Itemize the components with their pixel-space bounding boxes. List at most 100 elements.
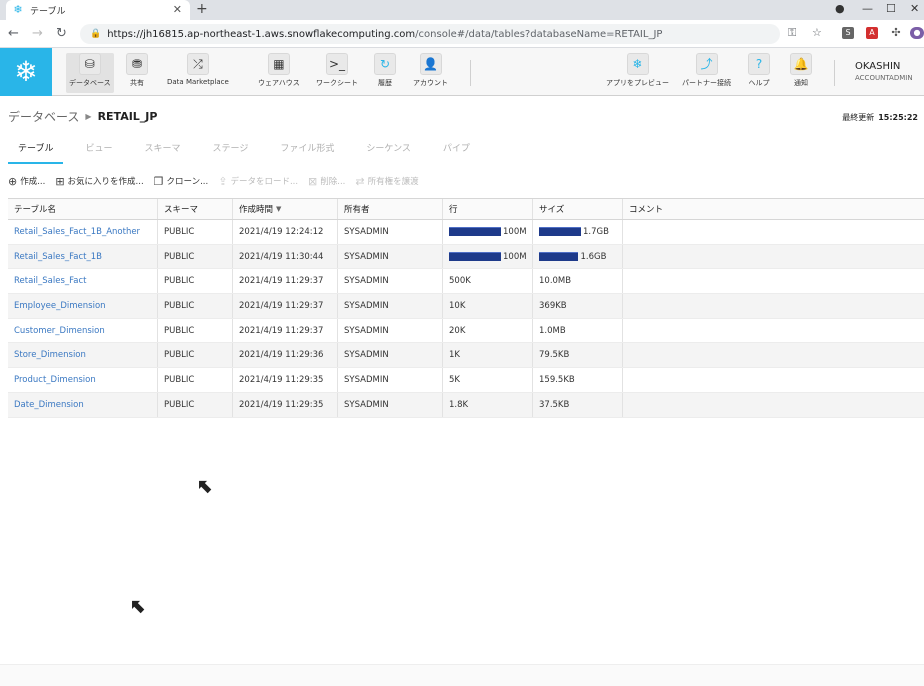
- table-name-link[interactable]: Retail_Sales_Fact: [8, 269, 158, 294]
- size-cell: 1.7GB: [533, 220, 623, 244]
- nav-notifications-label: 通知: [794, 79, 808, 87]
- puzzle-extension-icon[interactable]: ✣: [890, 27, 902, 39]
- size-cell: 159.5KB: [533, 368, 623, 392]
- profile-avatar-icon[interactable]: ●: [910, 27, 924, 39]
- rows-value: 1K: [449, 350, 460, 361]
- table-row[interactable]: Product_Dimension PUBLIC 2021/4/19 11:29:3…: [8, 368, 924, 393]
- column-header-table-name[interactable]: テーブル名: [8, 199, 158, 219]
- size-cell: 1.0MB: [533, 318, 623, 343]
- table-name: Retail_Sales_Fact_1B: [14, 251, 102, 262]
- reload-icon[interactable]: ↻: [56, 26, 67, 41]
- nav-data-marketplace[interactable]: ⤮ Data Marketplace: [167, 53, 229, 93]
- table-row[interactable]: Retail_Sales_Fact PUBLIC 2021/4/19 11:29:3…: [8, 269, 924, 295]
- nav-partner-connect[interactable]: ⤴ パートナー接続: [682, 53, 731, 93]
- create-button[interactable]: ⊕ 作成...: [8, 175, 45, 188]
- column-header-comment[interactable]: コメント: [623, 199, 924, 219]
- column-header-owner[interactable]: 所有者: [338, 199, 443, 219]
- column-header-size[interactable]: サイズ: [533, 199, 623, 219]
- forward-icon[interactable]: →: [32, 26, 43, 41]
- table-name-link[interactable]: Retail_Sales_Fact_1B_Another: [8, 220, 158, 244]
- table-row[interactable]: Retail_Sales_Fact_1B PUBLIC 2021/4/19 11:3…: [8, 244, 924, 270]
- close-window-icon[interactable]: ✕: [910, 2, 919, 15]
- bookmark-star-icon[interactable]: ☆: [812, 26, 822, 39]
- new-tab-icon[interactable]: +: [196, 1, 208, 17]
- browser-tab[interactable]: ❄ テーブル ✕: [6, 0, 190, 20]
- nav-data-marketplace-label: Data Marketplace: [167, 78, 229, 86]
- nav-warehouses[interactable]: ▦ ウェアハウス: [258, 53, 300, 93]
- tab-sequences[interactable]: シーケンス: [356, 140, 421, 164]
- table-name-link[interactable]: Product_Dimension: [8, 368, 158, 392]
- column-header-schema[interactable]: スキーマ: [158, 199, 233, 219]
- schema-cell: PUBLIC: [158, 269, 233, 294]
- size-value: 37.5KB: [539, 399, 570, 410]
- tab-stages[interactable]: ステージ: [203, 140, 259, 164]
- maximize-icon[interactable]: ☐: [886, 2, 896, 15]
- nav-account[interactable]: 👤 アカウント: [413, 53, 448, 93]
- schema-cell: PUBLIC: [158, 220, 233, 244]
- url-field[interactable]: 🔒 https://jh16815.ap-northeast-1.aws.sno…: [80, 24, 780, 44]
- schema-value: PUBLIC: [164, 300, 195, 311]
- rows-cell: 20K: [443, 318, 533, 343]
- minimize-icon[interactable]: —: [862, 2, 873, 15]
- mouse-pointer-icon-secondary: ⬉: [129, 596, 146, 618]
- horizontal-scrollbar[interactable]: [0, 664, 924, 686]
- transfer-ownership-button[interactable]: ⇄ 所有権を譲渡: [355, 175, 418, 188]
- user-menu[interactable]: OKASHIN ACCOUNTADMIN: [855, 61, 913, 82]
- column-header-created[interactable]: 作成時間 ▼: [233, 199, 338, 219]
- table-name-link[interactable]: Date_Dimension: [8, 392, 158, 417]
- table-row[interactable]: Retail_Sales_Fact_1B_Another PUBLIC 2021/4…: [8, 220, 924, 245]
- nav-worksheets[interactable]: >_ ワークシート: [316, 53, 358, 93]
- load-data-button[interactable]: ⇪ データをロード...: [218, 175, 298, 188]
- comment-cell: [623, 368, 924, 392]
- nav-shares[interactable]: ⛃ 共有: [126, 53, 148, 93]
- rows-value: 1.8K: [449, 399, 469, 410]
- close-tab-icon[interactable]: ✕: [173, 3, 182, 16]
- table-name-link[interactable]: Employee_Dimension: [8, 294, 158, 318]
- nav-help[interactable]: ? ヘルプ: [748, 53, 770, 93]
- comment-cell: [623, 245, 924, 269]
- delete-button[interactable]: ⊠ 削除...: [308, 175, 345, 188]
- breadcrumb: データベース ▶ RETAIL_JP: [8, 108, 157, 125]
- url-path: /console#/data/tables?databaseName=RETAI…: [415, 28, 663, 40]
- created-value: 2021/4/19 11:29:35: [239, 374, 324, 385]
- table-name-link[interactable]: Retail_Sales_Fact_1B: [8, 244, 158, 269]
- back-icon[interactable]: ←: [8, 26, 19, 41]
- table-name-link[interactable]: Store_Dimension: [8, 343, 158, 368]
- key-icon[interactable]: ⚿: [788, 26, 796, 40]
- schema-cell: PUBLIC: [158, 294, 233, 318]
- create-favorite-button[interactable]: ⊞ お気に入りを作成...: [55, 175, 143, 188]
- table-row[interactable]: Employee_Dimension PUBLIC 2021/4/19 11:29:…: [8, 294, 924, 319]
- warehouse-icon: ▦: [267, 53, 290, 75]
- clone-button[interactable]: ❐ クローン...: [154, 175, 209, 188]
- mouse-pointer-icon: ⬉: [196, 476, 213, 498]
- column-header-rows[interactable]: 行: [443, 199, 533, 219]
- table-row[interactable]: Customer_Dimension PUBLIC 2021/4/19 11:29:…: [8, 318, 924, 344]
- created-value: 2021/4/19 11:30:44: [239, 251, 324, 262]
- rows-cell: 10K: [443, 294, 533, 318]
- tab-file-formats[interactable]: ファイル形式: [270, 140, 344, 164]
- browser-tabstrip: ❄ テーブル ✕ + ● — ☐ ✕: [0, 0, 924, 20]
- extension-s-icon[interactable]: S: [842, 27, 854, 39]
- table-row[interactable]: Store_Dimension PUBLIC 2021/4/19 11:29:36 S…: [8, 343, 924, 369]
- nav-databases[interactable]: ⛁ データベース: [66, 53, 114, 93]
- snowflake-logo-icon[interactable]: ❄: [0, 48, 52, 96]
- snowflake-icon: ❄: [626, 53, 649, 75]
- nav-preview-app[interactable]: ❄ アプリをプレビュー: [606, 53, 669, 93]
- tab-pipes[interactable]: パイプ: [433, 140, 480, 164]
- tab-tables[interactable]: テーブル: [8, 140, 64, 164]
- tab-views[interactable]: ビュー: [75, 140, 122, 164]
- nav-preview-app-label: アプリをプレビュー: [606, 79, 669, 87]
- created-value: 2021/4/19 11:29:37: [239, 300, 324, 311]
- profile-dot-icon[interactable]: ●: [835, 2, 845, 15]
- delete-icon: ⊠: [308, 174, 318, 188]
- table-name-link[interactable]: Customer_Dimension: [8, 318, 158, 343]
- tab-schemas[interactable]: スキーマ: [134, 140, 190, 164]
- nav-history[interactable]: ↻ 履歴: [374, 53, 396, 93]
- schema-value: PUBLIC: [164, 251, 195, 262]
- pdf-extension-icon[interactable]: A: [866, 27, 878, 39]
- nav-notifications[interactable]: 🔔 通知: [790, 53, 812, 93]
- schema-value: PUBLIC: [164, 325, 195, 336]
- table-row[interactable]: Date_Dimension PUBLIC 2021/4/19 11:29:35 SY…: [8, 392, 924, 418]
- table-header-row: テーブル名 スキーマ 作成時間 ▼ 所有者 行 サイズ コメント: [8, 198, 924, 220]
- breadcrumb-databases[interactable]: データベース: [8, 108, 79, 125]
